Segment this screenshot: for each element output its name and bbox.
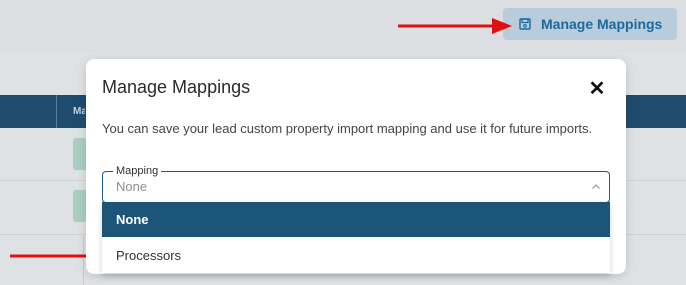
close-icon[interactable]: ✕: [586, 77, 608, 100]
mapping-dropdown: None Processors: [102, 202, 610, 273]
chevron-up-icon: [592, 184, 600, 189]
column-divider: [56, 95, 57, 128]
mapping-selected-value: None: [116, 179, 148, 194]
annotation-arrow: [398, 18, 512, 34]
table-header-cell: Ma: [73, 106, 85, 117]
modal-description: You can save your lead custom property i…: [102, 121, 593, 136]
modal-title: Manage Mappings: [102, 77, 251, 97]
dropdown-option-processors[interactable]: Processors: [102, 238, 610, 273]
manage-mappings-button[interactable]: Manage Mappings: [503, 8, 677, 40]
mapping-label: Mapping: [113, 165, 162, 177]
save-icon: [519, 18, 531, 30]
manage-mappings-label: Manage Mappings: [541, 16, 663, 32]
dropdown-option-none[interactable]: None: [102, 202, 610, 237]
mapping-select[interactable]: Mapping None: [102, 165, 610, 203]
